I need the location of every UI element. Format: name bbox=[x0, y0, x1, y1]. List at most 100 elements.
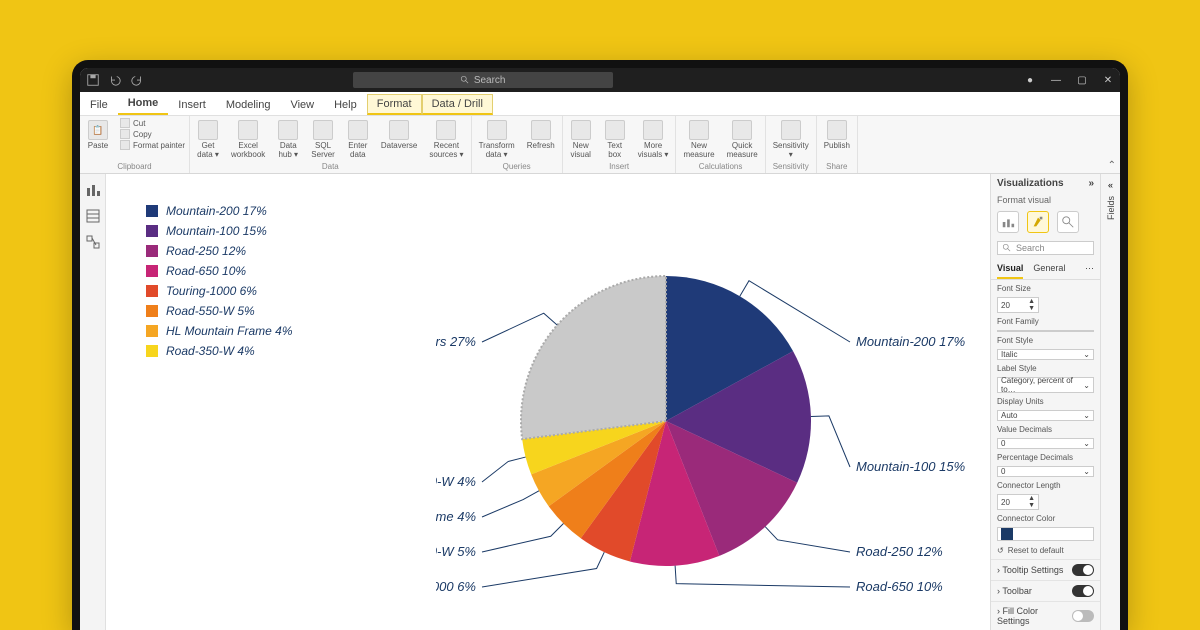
format-field-label: Font Style bbox=[997, 336, 1094, 345]
ribbon-button[interactable]: Recent sources ▾ bbox=[426, 118, 466, 161]
ribbon-button[interactable]: New measure bbox=[680, 118, 717, 161]
global-search[interactable]: Search bbox=[353, 72, 613, 88]
spinner-icon: ▲▼ bbox=[1028, 298, 1035, 312]
build-visual-icon[interactable] bbox=[997, 211, 1019, 233]
ribbon-group-clipboard: 📋 Paste Cut Copy Format painter Clipboar… bbox=[80, 116, 190, 173]
model-view-icon[interactable] bbox=[85, 234, 101, 250]
close-icon[interactable]: ✕ bbox=[1102, 74, 1114, 86]
chevron-down-icon: ⌄ bbox=[1083, 381, 1090, 390]
report-view-icon[interactable] bbox=[85, 182, 101, 198]
analytics-icon[interactable] bbox=[1057, 211, 1079, 233]
format-field-input[interactable] bbox=[997, 330, 1094, 332]
chevron-down-icon: ⌄ bbox=[1083, 411, 1090, 420]
viz-tab-general[interactable]: General bbox=[1033, 259, 1065, 279]
ribbon-button[interactable]: SQL Server bbox=[308, 118, 338, 161]
save-icon[interactable] bbox=[86, 73, 100, 87]
viz-tab-visual[interactable]: Visual bbox=[997, 259, 1023, 279]
report-canvas[interactable]: Mountain-200 17%Mountain-100 15%Road-250… bbox=[106, 174, 990, 630]
search-icon bbox=[460, 75, 470, 85]
cut-button[interactable]: Cut bbox=[120, 118, 185, 128]
ribbon-icon bbox=[781, 120, 801, 140]
menu-data-drill[interactable]: Data / Drill bbox=[422, 94, 493, 115]
callout-line bbox=[482, 552, 604, 587]
pie-slice[interactable] bbox=[521, 276, 666, 439]
chevron-down-icon: ⌄ bbox=[1083, 350, 1090, 359]
ribbon-group-queries: Transform data ▾Refresh Queries bbox=[472, 116, 563, 173]
toggle[interactable] bbox=[1072, 610, 1094, 622]
search-icon bbox=[1002, 243, 1012, 253]
format-section-row[interactable]: › Tooltip Settings bbox=[991, 559, 1100, 580]
ribbon-button[interactable]: Publish bbox=[821, 118, 853, 152]
viz-pane-title: Visualizations bbox=[997, 178, 1064, 189]
format-field-input[interactable]: 20▲▼ bbox=[997, 297, 1039, 313]
legend-item: Mountain-200 17% bbox=[146, 204, 293, 218]
legend-item: Road-250 12% bbox=[146, 244, 293, 258]
ribbon-button[interactable]: Transform data ▾ bbox=[476, 118, 518, 161]
format-field-label: Label Style bbox=[997, 364, 1094, 373]
paste-button[interactable]: 📋 Paste bbox=[84, 118, 112, 152]
reset-to-default[interactable]: ↺ Reset to default bbox=[991, 542, 1100, 559]
ribbon-icon bbox=[313, 120, 333, 140]
redo-icon[interactable] bbox=[130, 73, 144, 87]
collapse-pane-icon[interactable]: » bbox=[1088, 178, 1094, 189]
format-field-input[interactable]: Auto⌄ bbox=[997, 410, 1094, 421]
ribbon-button[interactable]: Text box bbox=[601, 118, 629, 161]
format-field-input[interactable]: Italic⌄ bbox=[997, 349, 1094, 360]
ribbon-button[interactable]: Sensitivity ▾ bbox=[770, 118, 812, 161]
callout-label: Touring-1000 6% bbox=[436, 579, 476, 594]
menu-format[interactable]: Format bbox=[367, 94, 422, 115]
menu-help[interactable]: Help bbox=[324, 95, 367, 115]
callout-label: Others 27% bbox=[436, 334, 476, 349]
toggle[interactable] bbox=[1072, 564, 1094, 576]
callout-line bbox=[482, 313, 557, 342]
data-view-icon[interactable] bbox=[85, 208, 101, 224]
legend-label: Road-550-W 5% bbox=[166, 304, 255, 318]
menu-home[interactable]: Home bbox=[118, 93, 169, 115]
ribbon-group-share: Publish Share bbox=[817, 116, 858, 173]
ribbon-button[interactable]: More visuals ▾ bbox=[635, 118, 672, 161]
legend-label: Mountain-200 17% bbox=[166, 204, 267, 218]
toggle[interactable] bbox=[1072, 585, 1094, 597]
format-field-input[interactable] bbox=[997, 527, 1094, 541]
menu-view[interactable]: View bbox=[280, 95, 324, 115]
ribbon-icon bbox=[732, 120, 752, 140]
ribbon-button[interactable]: Dataverse bbox=[378, 118, 420, 152]
copy-button[interactable]: Copy bbox=[120, 129, 185, 139]
legend-swatch bbox=[146, 265, 158, 277]
legend-swatch bbox=[146, 345, 158, 357]
menu-insert[interactable]: Insert bbox=[168, 95, 216, 115]
format-painter-button[interactable]: Format painter bbox=[120, 140, 185, 150]
visualizations-pane: Visualizations » Format visual Search Vi… bbox=[990, 174, 1100, 630]
format-field-input[interactable]: Category, percent of to…⌄ bbox=[997, 377, 1094, 393]
callout-label: Road-350-W 4% bbox=[436, 474, 476, 489]
viz-pane-subtitle: Format visual bbox=[991, 193, 1100, 207]
fields-pane-collapsed[interactable]: « Fields bbox=[1100, 174, 1120, 630]
ribbon-button[interactable]: Refresh bbox=[524, 118, 558, 152]
ribbon-button[interactable]: Enter data bbox=[344, 118, 372, 161]
maximize-icon[interactable]: ▢ bbox=[1076, 74, 1088, 86]
ribbon-collapse-icon[interactable]: ⌃ bbox=[1108, 160, 1116, 171]
ribbon-button[interactable]: Data hub ▾ bbox=[274, 118, 302, 161]
format-section-row[interactable]: › Toolbar bbox=[991, 580, 1100, 601]
format-visual-icon[interactable] bbox=[1027, 211, 1049, 233]
format-section-row[interactable]: › Fill Color Settings bbox=[991, 601, 1100, 630]
viz-search[interactable]: Search bbox=[997, 241, 1094, 255]
undo-icon[interactable] bbox=[108, 73, 122, 87]
legend-label: HL Mountain Frame 4% bbox=[166, 324, 293, 338]
format-field-input[interactable]: 0⌄ bbox=[997, 438, 1094, 449]
ribbon-button[interactable]: New visual bbox=[567, 118, 595, 161]
ribbon-icon bbox=[643, 120, 663, 140]
minimize-icon[interactable]: — bbox=[1050, 74, 1062, 86]
ribbon-icon bbox=[571, 120, 591, 140]
viz-tab-more-icon[interactable]: ⋯ bbox=[1085, 259, 1094, 279]
menu-file[interactable]: File bbox=[80, 95, 118, 115]
menu-modeling[interactable]: Modeling bbox=[216, 95, 281, 115]
format-field-input[interactable]: 20▲▼ bbox=[997, 494, 1039, 510]
ribbon-button[interactable]: Quick measure bbox=[724, 118, 761, 161]
ribbon-button[interactable]: Excel workbook bbox=[228, 118, 268, 161]
format-field-input[interactable]: 0⌄ bbox=[997, 466, 1094, 477]
expand-fields-icon[interactable]: « bbox=[1108, 180, 1113, 190]
legend-swatch bbox=[146, 325, 158, 337]
ribbon-button[interactable]: Get data ▾ bbox=[194, 118, 222, 161]
account-icon[interactable]: ● bbox=[1024, 74, 1036, 86]
